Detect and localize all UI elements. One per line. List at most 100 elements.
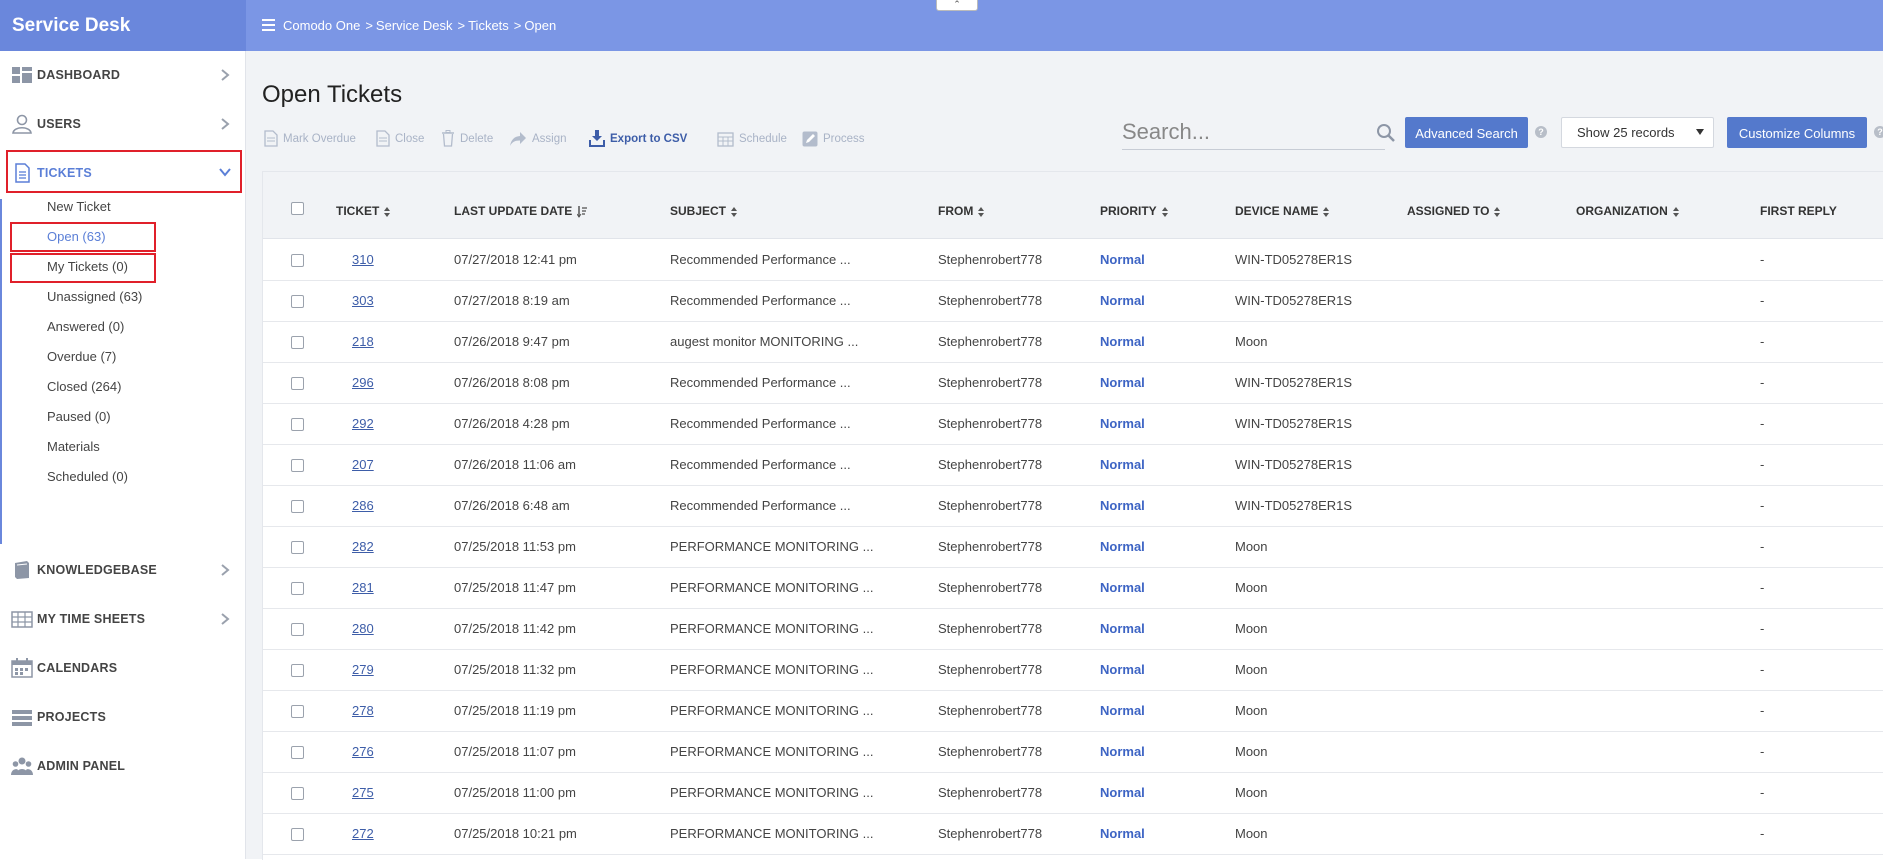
last-update-date: 07/25/2018 10:21 pm: [454, 826, 577, 841]
device-name: Moon: [1235, 539, 1268, 554]
sidebar-subitem-open[interactable]: Open (63): [47, 226, 106, 248]
from-text: Stephenrobert778: [938, 252, 1043, 267]
sidebar-item-calendars[interactable]: CALENDARS: [0, 644, 246, 693]
row-checkbox[interactable]: [291, 336, 304, 349]
row-checkbox[interactable]: [291, 828, 304, 841]
server-icon: [12, 710, 32, 726]
search-icon[interactable]: [1376, 123, 1396, 143]
table-row[interactable]: 303 07/27/2018 8:19 am Recommended Perform…: [263, 280, 1883, 322]
sidebar-item-tickets[interactable]: TICKETS: [0, 149, 246, 198]
table-row[interactable]: 278 07/25/2018 11:19 pm PERFORMANCE MONITO…: [263, 690, 1883, 732]
customize-columns-button[interactable]: Customize Columns: [1727, 117, 1867, 148]
ticket-number-link[interactable]: 218: [352, 321, 374, 362]
table-row[interactable]: 276 07/25/2018 11:07 pm PERFORMANCE MONITO…: [263, 731, 1883, 773]
row-checkbox[interactable]: [291, 459, 304, 472]
column-header-assigned-to[interactable]: ASSIGNED TO: [1407, 182, 1501, 240]
sidebar-item-admin-panel[interactable]: ADMIN PANEL: [0, 742, 246, 791]
app-title: Service Desk: [0, 0, 246, 51]
sidebar-subitem-unassigned[interactable]: Unassigned (63): [47, 286, 142, 308]
breadcrumb-service-desk[interactable]: Service Desk: [376, 18, 453, 33]
row-checkbox[interactable]: [291, 705, 304, 718]
advanced-search-button[interactable]: Advanced Search: [1405, 117, 1528, 148]
ticket-number-link[interactable]: 296: [352, 362, 374, 403]
select-all-checkbox[interactable]: [291, 202, 304, 215]
row-checkbox[interactable]: [291, 623, 304, 636]
column-header-last-update-date[interactable]: LAST UPDATE DATE: [454, 182, 588, 240]
row-checkbox[interactable]: [291, 664, 304, 677]
table-row[interactable]: 292 07/26/2018 4:28 pm Recommended Perform…: [263, 403, 1883, 445]
sidebar-subitem-scheduled[interactable]: Scheduled (0): [47, 466, 128, 488]
sidebar-item-knowledgebase[interactable]: KNOWLEDGEBASE: [0, 546, 246, 595]
sidebar: DASHBOARD USERS TICKETS New Ticket Open …: [0, 51, 246, 859]
table-row[interactable]: 279 07/25/2018 11:32 pm PERFORMANCE MONITO…: [263, 649, 1883, 691]
ticket-number-link[interactable]: 310: [352, 239, 374, 280]
row-checkbox[interactable]: [291, 377, 304, 390]
breadcrumb-tickets[interactable]: Tickets: [468, 18, 509, 33]
row-checkbox[interactable]: [291, 418, 304, 431]
table-row[interactable]: 310 07/27/2018 12:41 pm Recommended Perfor…: [263, 239, 1883, 281]
row-checkbox[interactable]: [291, 787, 304, 800]
sidebar-item-my-time-sheets[interactable]: MY TIME SHEETS: [0, 595, 246, 644]
sidebar-item-projects[interactable]: PROJECTS: [0, 693, 246, 742]
row-checkbox[interactable]: [291, 541, 304, 554]
sidebar-subitem-answered[interactable]: Answered (0): [47, 316, 124, 338]
column-header-priority[interactable]: PRIORITY: [1100, 182, 1168, 240]
row-checkbox[interactable]: [291, 500, 304, 513]
table-row[interactable]: 275 07/25/2018 11:00 pm PERFORMANCE MONITO…: [263, 772, 1883, 814]
column-header-device-name[interactable]: DEVICE NAME: [1235, 182, 1330, 240]
row-checkbox[interactable]: [291, 254, 304, 267]
ticket-number-link[interactable]: 279: [352, 649, 374, 690]
ticket-number-link[interactable]: 286: [352, 485, 374, 526]
sidebar-subitem-overdue[interactable]: Overdue (7): [47, 346, 116, 368]
table-row[interactable]: 207 07/26/2018 11:06 am Recommended Perfor…: [263, 444, 1883, 486]
column-header-subject[interactable]: SUBJECT: [670, 182, 738, 240]
sidebar-subitem-new-ticket[interactable]: New Ticket: [47, 196, 111, 218]
ticket-number-link[interactable]: 303: [352, 280, 374, 321]
delete-button[interactable]: Delete: [441, 128, 493, 150]
table-row[interactable]: 281 07/25/2018 11:47 pm PERFORMANCE MONITO…: [263, 567, 1883, 609]
table-row[interactable]: 218 07/26/2018 9:47 pm augest monitor MONI…: [263, 321, 1883, 363]
collapse-header-button[interactable]: ⌃: [936, 0, 978, 11]
schedule-button[interactable]: Schedule: [717, 128, 787, 150]
process-button[interactable]: Process: [802, 128, 865, 150]
hamburger-menu-icon[interactable]: [262, 17, 275, 33]
table-row[interactable]: 272 07/25/2018 10:21 pm PERFORMANCE MONITO…: [263, 813, 1883, 855]
ticket-number-link[interactable]: 272: [352, 813, 374, 854]
sidebar-item-dashboard[interactable]: DASHBOARD: [0, 51, 246, 100]
sidebar-subitem-paused[interactable]: Paused (0): [47, 406, 111, 428]
table-row[interactable]: 286 07/26/2018 6:48 am Recommended Perform…: [263, 485, 1883, 527]
table-row[interactable]: 296 07/26/2018 8:08 pm Recommended Perform…: [263, 362, 1883, 404]
column-header-organization[interactable]: ORGANIZATION: [1576, 182, 1679, 240]
ticket-number-link[interactable]: 207: [352, 444, 374, 485]
ticket-number-link[interactable]: 292: [352, 403, 374, 444]
ticket-number-link[interactable]: 276: [352, 731, 374, 772]
ticket-number-link[interactable]: 282: [352, 526, 374, 567]
sidebar-item-users[interactable]: USERS: [0, 100, 246, 149]
sidebar-subitem-closed[interactable]: Closed (264): [47, 376, 121, 398]
sidebar-item-label: TICKETS: [37, 166, 92, 180]
export-csv-button[interactable]: Export to CSV: [589, 128, 687, 150]
row-checkbox[interactable]: [291, 295, 304, 308]
column-header-from[interactable]: FROM: [938, 182, 985, 240]
records-per-page-select[interactable]: Show 25 records: [1561, 117, 1714, 148]
sidebar-subitem-materials[interactable]: Materials: [47, 436, 100, 458]
ticket-number-link[interactable]: 278: [352, 690, 374, 731]
breadcrumb-comodo-one[interactable]: Comodo One: [283, 18, 360, 33]
help-icon[interactable]: ?: [1874, 126, 1883, 138]
assign-button[interactable]: Assign: [509, 128, 567, 150]
table-row[interactable]: 282 07/25/2018 11:53 pm PERFORMANCE MONITO…: [263, 526, 1883, 568]
close-button[interactable]: Close: [376, 128, 424, 150]
ticket-number-link[interactable]: 280: [352, 608, 374, 649]
sidebar-subitem-my-tickets[interactable]: My Tickets (0): [47, 256, 128, 278]
ticket-number-link[interactable]: 281: [352, 567, 374, 608]
mark-overdue-button[interactable]: Mark Overdue: [264, 128, 356, 150]
search-input[interactable]: [1122, 117, 1362, 147]
row-checkbox[interactable]: [291, 746, 304, 759]
table-row[interactable]: 280 07/25/2018 11:42 pm PERFORMANCE MONITO…: [263, 608, 1883, 650]
help-icon[interactable]: ?: [1535, 126, 1547, 138]
column-header-ticket[interactable]: TICKET: [336, 182, 391, 240]
subject-text: Recommended Performance ...: [670, 293, 851, 308]
row-checkbox[interactable]: [291, 582, 304, 595]
ticket-number-link[interactable]: 275: [352, 772, 374, 813]
breadcrumb: Comodo One > Service Desk > Tickets > Open: [283, 18, 557, 33]
